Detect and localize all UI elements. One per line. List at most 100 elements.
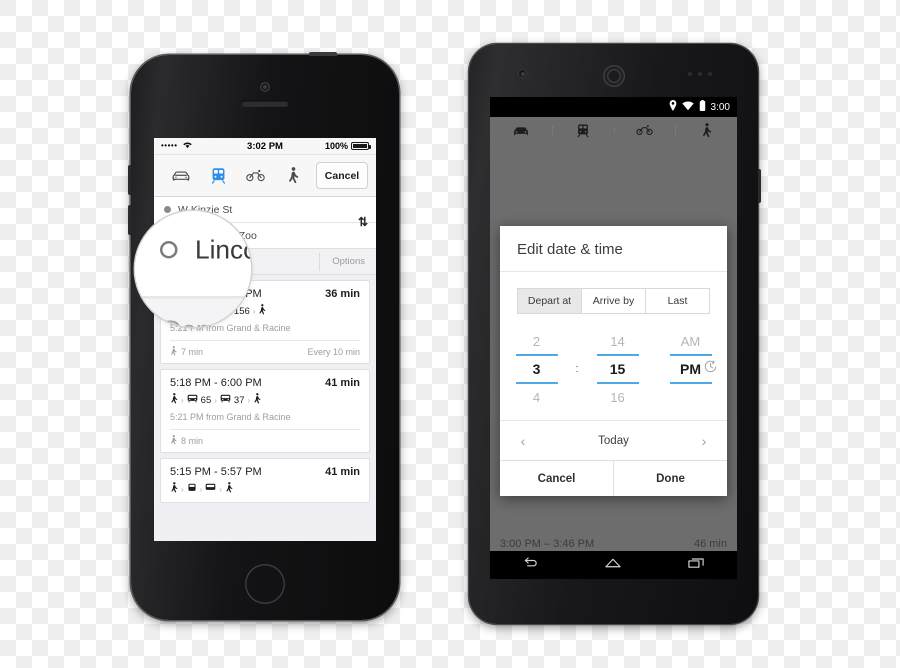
chevron-left-icon[interactable]: ‹ [514, 433, 532, 449]
meridiem-rule-bottom [669, 382, 712, 384]
clock-history-icon[interactable] [703, 359, 718, 379]
leg-separator: › [252, 306, 256, 316]
android-sensors [688, 72, 714, 76]
ios-clock: 3:02 PM [247, 140, 283, 152]
leg-line-number: 65 [200, 394, 212, 406]
destination-dot-icon [160, 241, 178, 259]
leg-separator: › [219, 484, 223, 494]
magnifier-content: Lincoln Park Depart at 3:15 PM [135, 211, 251, 327]
edit-date-time-dialog: Edit date & time Depart at Arrive by Las… [500, 226, 727, 496]
mode-driving[interactable] [162, 169, 200, 182]
hour-next[interactable]: 4 [533, 384, 540, 410]
cancel-button[interactable]: Cancel [316, 162, 368, 189]
meridiem-prev[interactable]: AM [681, 328, 701, 354]
dialog-actions: Cancel Done [500, 460, 727, 496]
hour-column[interactable]: 2 3 4 [500, 328, 573, 410]
minute-next[interactable]: 16 [610, 384, 624, 410]
bus-icon [187, 394, 198, 406]
android-device: 3:00 3:00 PM – 3:46 PM 46 min Edit date … [469, 44, 761, 624]
magnifier-loupe: Lincoln Park Depart at 3:15 PM [135, 211, 251, 327]
leg-line-number: 37 [233, 394, 245, 406]
pedestrian-icon [258, 304, 266, 318]
date-selector: ‹ Today › [500, 420, 727, 460]
leg-separator: › [181, 395, 184, 405]
done-button[interactable]: Done [614, 461, 727, 496]
android-clock: 3:00 [710, 101, 730, 113]
route-card[interactable]: 5:15 PM - 5:57 PM 41 min › › › [160, 458, 370, 503]
background-route-duration: 46 min [693, 538, 727, 550]
walk-icon [170, 346, 177, 358]
wifi-icon [681, 100, 694, 114]
route-duration: 41 min [325, 466, 360, 478]
android-navigation-bar [490, 551, 737, 579]
leg-separator: › [199, 484, 203, 494]
minute-prev[interactable]: 14 [610, 328, 624, 354]
mode-driving[interactable] [490, 125, 552, 136]
route-walk-time: 8 min [181, 436, 204, 446]
segment-depart-at[interactable]: Depart at [517, 288, 582, 314]
route-detail: 5:21 PM from Grand & Racine [170, 412, 291, 422]
mode-cycling[interactable] [237, 169, 275, 182]
hour-prev[interactable]: 2 [533, 328, 540, 354]
segment-last[interactable]: Last [646, 288, 710, 314]
android-front-camera-icon [518, 69, 527, 78]
walk-icon [170, 435, 177, 447]
pedestrian-icon [253, 393, 261, 407]
cancel-button[interactable]: Cancel [500, 461, 614, 496]
time-separator: : [575, 362, 579, 375]
ios-travel-mode-bar: Cancel [154, 155, 376, 197]
android-travel-mode-bar [490, 117, 737, 143]
route-time-range: 5:15 PM - 5:57 PM [170, 466, 262, 478]
swap-vertical-icon[interactable]: ⇅ [358, 215, 368, 229]
iphone-device: ••••• 3:02 PM 100% Cancel W Kinzie St ⇅ … [128, 52, 399, 620]
android-content-area: 3:00 PM – 3:46 PM 46 min › 66 › [490, 143, 737, 579]
background-route-time-range: 3:00 PM – 3:46 PM [500, 538, 595, 550]
android-screen: 3:00 3:00 PM – 3:46 PM 46 min Edit date … [490, 97, 737, 579]
dialog-title: Edit date & time [500, 226, 727, 272]
route-card[interactable]: 5:18 PM - 6:00 PM 41 min › 65 › 37 › 5:2… [160, 369, 370, 453]
date-label: Today [598, 434, 629, 447]
depart-arrive-segmented-control: Depart at Arrive by Last [517, 288, 710, 314]
leg-separator: › [181, 484, 184, 494]
home-icon[interactable] [603, 556, 623, 575]
mode-transit[interactable] [551, 123, 614, 138]
leg-separator: › [214, 395, 217, 405]
hour-selected[interactable]: 3 [533, 356, 541, 382]
pedestrian-icon [170, 393, 178, 407]
recents-icon[interactable] [686, 556, 706, 575]
android-status-bar: 3:00 [490, 97, 737, 117]
meridiem-selected[interactable]: PM [680, 356, 701, 382]
mode-walking[interactable] [275, 167, 313, 184]
iphone-screen: ••••• 3:02 PM 100% Cancel W Kinzie St ⇅ … [154, 138, 376, 541]
time-picker: 2 3 4 : 14 15 16 AM PM [500, 314, 727, 420]
minute-column[interactable]: 14 15 16 [581, 328, 654, 410]
iphone-home-button[interactable] [245, 564, 285, 604]
android-earpiece-speaker [602, 65, 625, 87]
magnified-depart-bar: Depart at 3:15 PM [135, 296, 251, 327]
leg-separator: › [247, 395, 251, 405]
iphone-power-button[interactable] [309, 52, 337, 56]
ios-status-bar: ••••• 3:02 PM 100% [154, 138, 376, 155]
subway-icon [187, 483, 197, 496]
route-frequency: Every 10 min [307, 347, 360, 357]
route-time-range: 5:18 PM - 6:00 PM [170, 377, 262, 389]
battery-icon [699, 100, 706, 114]
route-legs: › 65 › 37 › [170, 393, 360, 407]
bus-icon [205, 483, 216, 495]
route-walk-time: 7 min [181, 347, 204, 357]
options-button[interactable]: Options [319, 252, 365, 271]
pedestrian-icon [170, 482, 178, 496]
minute-selected[interactable]: 15 [610, 356, 626, 382]
mode-transit[interactable] [200, 167, 238, 184]
magnified-destination-value: Lincoln Park [195, 234, 251, 265]
iphone-earpiece-speaker [241, 100, 289, 107]
magnified-destination-field: Lincoln Park [135, 219, 251, 282]
back-arrow-icon[interactable] [521, 556, 541, 575]
route-legs: › › › [170, 482, 360, 496]
battery-icon [351, 142, 371, 150]
mode-walking[interactable] [675, 122, 737, 138]
pedestrian-icon [225, 482, 233, 496]
mode-cycling[interactable] [613, 124, 676, 136]
segment-arrive-by[interactable]: Arrive by [582, 288, 646, 314]
chevron-right-icon[interactable]: › [695, 433, 713, 449]
